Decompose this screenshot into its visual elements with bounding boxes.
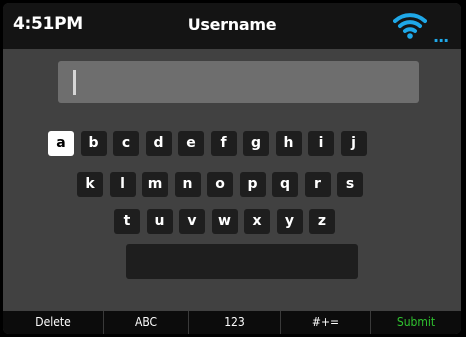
wifi-icon xyxy=(393,13,427,39)
submit-softkey[interactable]: Submit xyxy=(371,311,461,334)
key-v[interactable]: v xyxy=(179,209,205,234)
key-u[interactable]: u xyxy=(146,209,173,234)
key-g[interactable]: g xyxy=(243,131,269,156)
key-s[interactable]: s xyxy=(337,172,363,197)
username-input[interactable] xyxy=(58,61,419,103)
abc-softkey[interactable]: ABC xyxy=(104,311,189,334)
key-a[interactable]: a xyxy=(48,131,74,156)
key-h[interactable]: h xyxy=(275,131,302,156)
softkey-bar: Delete ABC 123 #+= Submit xyxy=(3,311,461,334)
key-e[interactable]: e xyxy=(178,131,204,156)
key-p[interactable]: p xyxy=(239,172,266,197)
key-x[interactable]: x xyxy=(244,209,270,234)
key-c[interactable]: c xyxy=(113,131,139,156)
key-k[interactable]: k xyxy=(77,172,103,197)
delete-softkey[interactable]: Delete xyxy=(3,311,104,334)
key-b[interactable]: b xyxy=(80,131,107,156)
key-m[interactable]: m xyxy=(142,172,168,197)
text-cursor xyxy=(73,70,76,95)
key-l[interactable]: l xyxy=(109,172,136,197)
key-j[interactable]: j xyxy=(340,131,367,156)
key-d[interactable]: d xyxy=(145,131,172,156)
space-key[interactable] xyxy=(126,244,358,279)
key-z[interactable]: z xyxy=(309,209,335,234)
key-f[interactable]: f xyxy=(210,131,237,156)
key-r[interactable]: r xyxy=(304,172,331,197)
key-q[interactable]: q xyxy=(272,172,298,197)
symbols-softkey[interactable]: #+= xyxy=(281,311,371,334)
key-i[interactable]: i xyxy=(308,131,334,156)
phone-screen: 4:51PM Username ... abcdefghij klmnopqrs t… xyxy=(3,3,461,334)
more-dots-icon[interactable]: ... xyxy=(433,27,449,46)
status-bar: 4:51PM Username ... xyxy=(3,3,461,49)
key-o[interactable]: o xyxy=(207,172,233,197)
key-w[interactable]: w xyxy=(211,209,238,234)
key-t[interactable]: t xyxy=(114,209,140,234)
key-n[interactable]: n xyxy=(174,172,201,197)
numbers-softkey[interactable]: 123 xyxy=(189,311,281,334)
key-y[interactable]: y xyxy=(276,209,303,234)
